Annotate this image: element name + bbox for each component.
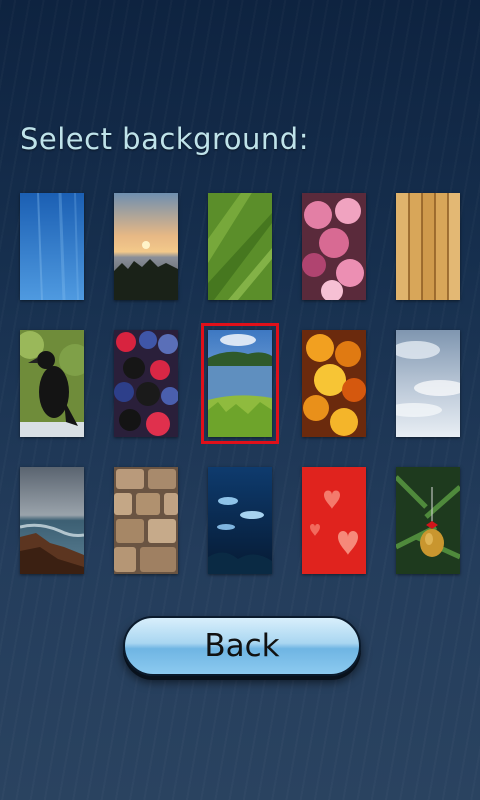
background-thumb-wooden-planks[interactable]	[396, 193, 460, 300]
background-thumb-stone-wall[interactable]	[114, 467, 178, 574]
back-button[interactable]: Back	[123, 616, 361, 676]
background-thumb-blue-streaks[interactable]	[20, 193, 84, 300]
selected-highlight-frame	[201, 323, 279, 444]
underwater-fish-image	[208, 467, 272, 574]
rocky-coast-image	[20, 467, 84, 574]
red-hearts-image	[302, 467, 366, 574]
background-thumb-cloudy-sky[interactable]	[396, 330, 460, 437]
page-title: Select background:	[20, 122, 309, 156]
background-thumb-autumn-leaves[interactable]	[302, 330, 366, 437]
pink-blossoms-image	[302, 193, 366, 300]
christmas-walnut-image	[396, 467, 460, 574]
stone-wall-image	[114, 467, 178, 574]
background-thumb-christmas-walnut[interactable]	[396, 467, 460, 574]
back-button-label: Back	[204, 628, 280, 664]
background-thumb-rocky-coast[interactable]	[20, 467, 84, 574]
background-thumb-green-leaf[interactable]	[208, 193, 272, 300]
black-raven-image	[20, 330, 84, 437]
wooden-planks-image	[396, 193, 460, 300]
cloudy-sky-image	[396, 330, 460, 437]
blue-streaks-image	[20, 193, 84, 300]
background-thumb-underwater-fish[interactable]	[208, 467, 272, 574]
background-thumb-black-raven[interactable]	[20, 330, 84, 437]
background-thumb-sunset-sea[interactable]	[114, 193, 178, 300]
sunset-sea-image	[114, 193, 178, 300]
background-thumb-berries[interactable]	[114, 330, 178, 437]
background-thumb-red-hearts[interactable]	[302, 467, 366, 574]
berries-image	[114, 330, 178, 437]
background-thumb-pink-blossoms[interactable]	[302, 193, 366, 300]
autumn-leaves-image	[302, 330, 366, 437]
green-leaf-image	[208, 193, 272, 300]
